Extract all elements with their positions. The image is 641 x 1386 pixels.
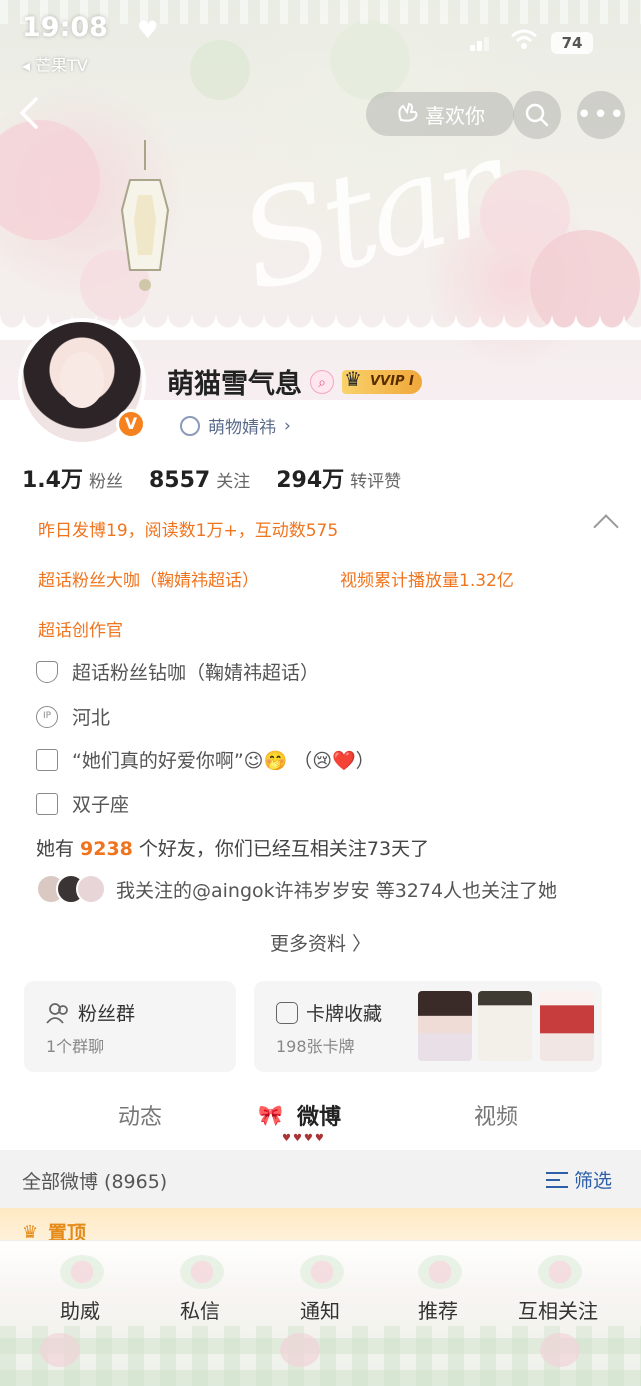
calendar-icon xyxy=(36,792,58,815)
stat-likes[interactable]: 294万 转评赞 xyxy=(276,462,401,494)
filter-bar: 全部微博 (8965) 筛选 xyxy=(0,1150,641,1208)
notify-button[interactable]: 通知 xyxy=(260,1295,380,1324)
hand-heart-icon xyxy=(395,100,419,129)
stat-value: 294万 xyxy=(276,468,345,493)
heart-decoration-icon xyxy=(60,1255,104,1289)
lantern-icon xyxy=(120,140,170,291)
info-badge-text: 超话粉丝钻咖（鞠婧祎超话） xyxy=(72,662,320,684)
bow-decoration-icon xyxy=(280,1333,320,1367)
highlight-superfan[interactable]: 超话粉丝大咖（鞠婧祎超话） xyxy=(38,566,259,591)
friends-prefix: 她有 xyxy=(36,838,75,860)
card-collection-sub: 198张卡牌 xyxy=(276,1037,355,1056)
profile-tabs: 动态 微博 视频 ♥♥♥♥ xyxy=(0,1093,641,1144)
like-you-button[interactable]: 喜欢你 xyxy=(366,92,514,136)
profile-name: 萌猫雪气息 xyxy=(167,369,302,400)
profile-tag-link[interactable]: 萌物婧祎 › xyxy=(180,413,291,438)
card-thumbnail[interactable] xyxy=(418,991,472,1061)
mutual-followers-row[interactable]: 我关注的@aingok许祎岁岁安 等3274人也关注了她 xyxy=(36,874,557,904)
info-zodiac-text: 双子座 xyxy=(72,794,130,816)
lollipop-icon xyxy=(180,415,200,436)
fans-group-sub: 1个群聊 xyxy=(46,1037,105,1056)
battery-indicator: 74 xyxy=(551,32,593,54)
status-bar: 19:08 ♥ ◂ 芒果TV 74 xyxy=(0,0,641,80)
chevron-right-icon: › xyxy=(284,415,291,436)
search-icon xyxy=(525,103,549,127)
heart-icon: ♥ xyxy=(137,16,159,44)
bunny-decoration-icon xyxy=(40,1333,80,1367)
house-decoration-icon xyxy=(418,1255,462,1289)
profile-name-row: 萌猫雪气息 ⌕ ♛ VVIP I xyxy=(167,362,422,401)
bunny-decoration-icon xyxy=(540,1333,580,1367)
card-thumbnail[interactable] xyxy=(540,991,594,1061)
message-button[interactable]: 私信 xyxy=(140,1295,260,1324)
filter-button[interactable]: 筛选 xyxy=(546,1166,612,1193)
stat-label: 转评赞 xyxy=(350,472,402,492)
recommend-button[interactable]: 推荐 xyxy=(378,1295,498,1324)
info-bio-text: “她们真的好爱你啊”😉🤭 （😢❤️） xyxy=(72,750,375,772)
card-thumbnail[interactable] xyxy=(478,991,532,1061)
people-icon xyxy=(46,1002,68,1024)
tab-weibo[interactable]: 微博 xyxy=(297,1099,341,1131)
highlight-yesterday[interactable]: 昨日发博19，阅读数1万+，互动数575 xyxy=(38,516,338,541)
mutual-followers-text: 我关注的@aingok许祎岁岁安 等3274人也关注了她 xyxy=(116,879,558,902)
ip-location-icon: IP xyxy=(36,705,58,728)
info-ip-text: 河北 xyxy=(72,707,111,729)
tab-dynamics[interactable]: 动态 xyxy=(118,1099,162,1131)
superfan-icon[interactable]: ⌕ xyxy=(310,369,334,394)
stat-value: 1.4万 xyxy=(22,468,83,493)
shield-icon xyxy=(36,660,58,683)
card-collection-icon xyxy=(276,1001,298,1024)
tab-video[interactable]: 视频 xyxy=(474,1099,518,1131)
profile-tag-label: 萌物婧祎 xyxy=(208,418,276,438)
bone-decoration-icon xyxy=(180,1255,224,1289)
verified-v-icon: V xyxy=(116,409,146,439)
highlight-creator[interactable]: 超话创作官 xyxy=(38,616,123,641)
cheer-button[interactable]: 助威 xyxy=(20,1295,140,1324)
back-to-app-link[interactable]: ◂ 芒果TV xyxy=(22,52,88,76)
wifi-icon xyxy=(510,28,538,56)
back-icon[interactable] xyxy=(14,93,54,133)
bow-decoration-icon xyxy=(538,1255,582,1289)
more-options-button[interactable]: ••• xyxy=(577,91,625,139)
info-row-ip: IP 河北 xyxy=(36,703,110,730)
info-row-zodiac: 双子座 xyxy=(36,790,129,817)
all-weibo-title: 全部微博 (8965) xyxy=(22,1171,168,1193)
friends-count: 9238 xyxy=(80,838,133,860)
stat-value: 8557 xyxy=(148,468,211,493)
filter-icon xyxy=(546,1171,568,1188)
mutual-follow-button[interactable]: 互相关注 xyxy=(498,1295,618,1324)
stat-followers[interactable]: 1.4万 粉丝 xyxy=(22,462,123,494)
stat-following[interactable]: 8557 关注 xyxy=(149,467,250,493)
gift-decoration-icon xyxy=(300,1255,344,1289)
like-you-label: 喜欢你 xyxy=(425,103,485,128)
document-icon xyxy=(36,748,58,771)
fans-group-title: 粉丝群 xyxy=(78,1003,136,1025)
info-row-badge[interactable]: 超话粉丝钻咖（鞠婧祎超话） xyxy=(36,658,319,685)
crown-icon: ♛ xyxy=(344,366,362,391)
tab-bow-decoration: ♥♥♥♥ xyxy=(282,1133,326,1144)
signal-icon xyxy=(470,33,492,51)
vvip-label: VVIP I xyxy=(370,373,414,389)
vvip-badge[interactable]: ♛ VVIP I xyxy=(342,366,422,394)
profile-stats: 1.4万 粉丝 8557 关注 294万 转评赞 xyxy=(22,462,427,494)
card-collection-title: 卡牌收藏 xyxy=(306,1003,383,1025)
more-info-link[interactable]: 更多资料 〉 xyxy=(0,929,641,956)
highlight-video-plays[interactable]: 视频累计播放量1.32亿 xyxy=(340,566,514,591)
collapse-chevron-icon[interactable] xyxy=(593,514,619,540)
fans-group-card[interactable]: 粉丝群 1个群聊 xyxy=(24,981,236,1072)
friends-suffix: 个好友，你们已经互相关注73天了 xyxy=(138,838,430,860)
stat-label: 关注 xyxy=(216,472,251,492)
mutual-avatar xyxy=(76,874,106,904)
status-time: 19:08 xyxy=(22,12,108,43)
search-button[interactable] xyxy=(513,91,561,139)
more-dots-icon: ••• xyxy=(576,100,626,130)
bow-icon: 🎀 xyxy=(258,1103,283,1127)
bottom-action-bar: 助威 私信 通知 推荐 互相关注 xyxy=(0,1240,641,1386)
filter-label: 筛选 xyxy=(574,1170,613,1192)
stat-label: 粉丝 xyxy=(88,472,123,492)
banner-star-decoration: Star xyxy=(225,111,512,321)
friends-summary[interactable]: 她有 9238 个好友，你们已经互相关注73天了 xyxy=(36,834,429,861)
info-row-bio: “她们真的好爱你啊”😉🤭 （😢❤️） xyxy=(36,746,375,773)
